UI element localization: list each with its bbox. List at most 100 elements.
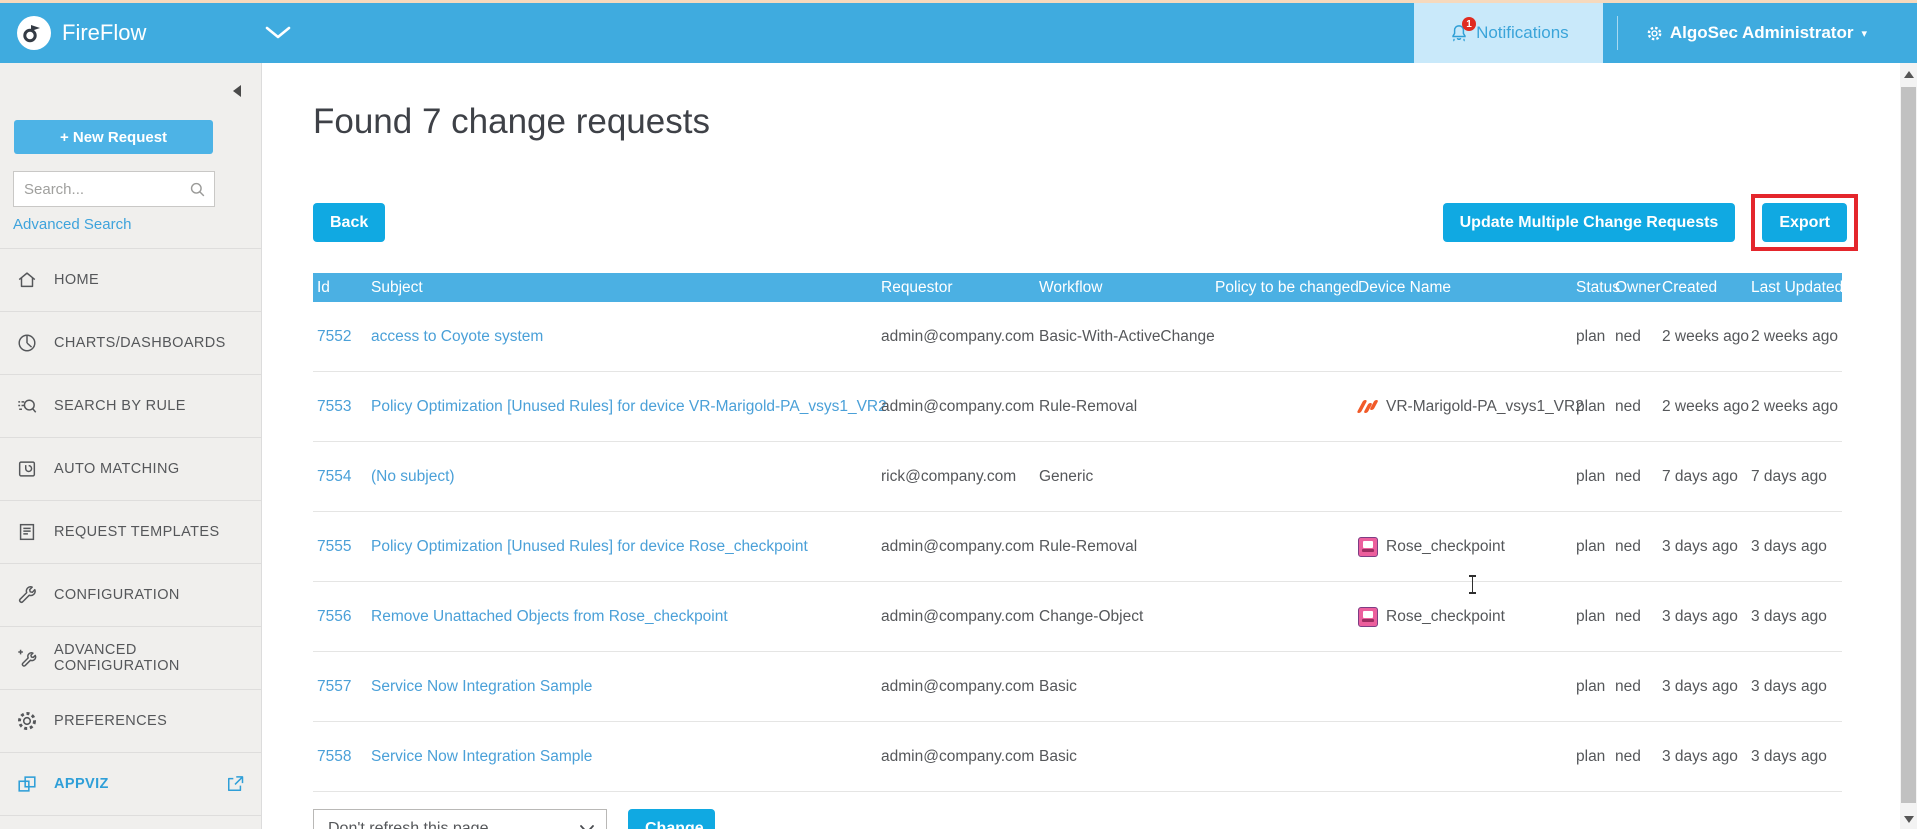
back-button[interactable]: Back (313, 203, 385, 242)
notifications-tab[interactable]: 1 Notifications (1414, 3, 1603, 63)
sidebar: + New Request Advanced Search HOME CHART… (0, 63, 262, 829)
scrollbar-up-arrow[interactable] (1904, 71, 1914, 78)
workflow-cell: Change-Object (1035, 608, 1211, 626)
caret-down-icon: ▾ (1861, 27, 1867, 40)
sidebar-item-home[interactable]: HOME (0, 248, 261, 311)
device-name-cell: Rose_checkpoint (1354, 607, 1572, 627)
last-updated-cell: 3 days ago (1747, 748, 1842, 766)
column-header-status[interactable]: Status (1572, 279, 1611, 297)
sidebar-item-search-by-rule[interactable]: SEARCH BY RULE (0, 374, 261, 437)
request-subject-link[interactable]: Service Now Integration Sample (371, 678, 592, 695)
table-row: 7556 Remove Unattached Objects from Rose… (313, 582, 1842, 652)
export-button[interactable]: Export (1762, 203, 1847, 242)
request-templates-icon (16, 521, 38, 543)
workflow-cell: Generic (1035, 468, 1211, 486)
advanced-search-link[interactable]: Advanced Search (13, 216, 131, 233)
request-id-link[interactable]: 7557 (317, 678, 351, 695)
advanced-wrench-icon (16, 647, 38, 669)
request-id-link[interactable]: 7554 (317, 468, 351, 485)
external-link-icon[interactable] (225, 774, 245, 794)
vertical-scrollbar (1900, 63, 1917, 829)
gear-icon (16, 710, 38, 732)
request-id-link[interactable]: 7558 (317, 748, 351, 765)
request-id-link[interactable]: 7556 (317, 608, 351, 625)
chevron-down-icon[interactable] (264, 26, 292, 40)
sidebar-item-auto-matching[interactable]: AUTO MATCHING (0, 437, 261, 500)
column-header-workflow[interactable]: Workflow (1035, 279, 1211, 297)
status-cell: plan (1572, 468, 1611, 486)
column-header-created[interactable]: Created (1658, 279, 1747, 297)
subject-cell: Policy Optimization [Unused Rules] for d… (367, 398, 877, 416)
wrench-icon (16, 584, 38, 606)
scrollbar-down-arrow[interactable] (1904, 816, 1914, 823)
column-header-device-name[interactable]: Device Name (1354, 279, 1572, 297)
last-updated-cell: 2 weeks ago (1747, 328, 1842, 346)
column-header-id[interactable]: Id (313, 279, 367, 297)
main-content: Found 7 change requests Back Update Mult… (262, 63, 1917, 829)
id-cell: 7553 (313, 398, 367, 416)
id-cell: 7558 (313, 748, 367, 766)
request-subject-link[interactable]: Remove Unattached Objects from Rose_chec… (371, 608, 728, 625)
table-row: 7552 access to Coyote system admin@compa… (313, 302, 1842, 372)
id-cell: 7557 (313, 678, 367, 696)
table-row: 7553 Policy Optimization [Unused Rules] … (313, 372, 1842, 442)
owner-cell: ned (1611, 468, 1658, 486)
top-bar: FireFlow 1 Notifications AlgoSec Adminis… (0, 3, 1917, 63)
request-id-link[interactable]: 7552 (317, 328, 351, 345)
change-requests-table: Id Subject Requestor Workflow Policy to … (313, 273, 1842, 792)
sidebar-collapse-arrow[interactable] (233, 85, 241, 97)
last-updated-cell: 7 days ago (1747, 468, 1842, 486)
refresh-select[interactable]: Don't refresh this page. (313, 809, 607, 829)
owner-cell: ned (1611, 328, 1658, 346)
topbar-divider (1617, 16, 1618, 50)
device-name: Rose_checkpoint (1386, 608, 1505, 626)
request-id-link[interactable]: 7553 (317, 398, 351, 415)
last-updated-cell: 2 weeks ago (1747, 398, 1842, 416)
paloalto-device-icon (1358, 398, 1378, 416)
request-subject-link[interactable]: Service Now Integration Sample (371, 748, 592, 765)
sidebar-item-configuration[interactable]: CONFIGURATION (0, 563, 261, 626)
request-id-link[interactable]: 7555 (317, 538, 351, 555)
update-multiple-change-requests-button[interactable]: Update Multiple Change Requests (1443, 203, 1736, 242)
home-icon (16, 269, 38, 291)
scrollbar-thumb[interactable] (1901, 87, 1916, 803)
last-updated-cell: 3 days ago (1747, 678, 1842, 696)
owner-cell: ned (1611, 398, 1658, 416)
owner-cell: ned (1611, 538, 1658, 556)
topbar-spacer (292, 3, 1414, 63)
sidebar-item-advanced-configuration[interactable]: ADVANCED CONFIGURATION (0, 626, 261, 689)
request-subject-link[interactable]: access to Coyote system (371, 328, 543, 345)
sidebar-item-request-templates[interactable]: REQUEST TEMPLATES (0, 500, 261, 563)
subject-cell: (No subject) (367, 468, 877, 486)
column-header-last-updated[interactable]: Last Updated (1747, 279, 1843, 297)
sidebar-item-charts-dashboards[interactable]: CHARTS/DASHBOARDS (0, 311, 261, 374)
sidebar-item-appviz[interactable]: APPVIZ (0, 752, 261, 815)
user-menu[interactable]: AlgoSec Administrator ▾ (1646, 3, 1867, 63)
id-cell: 7552 (313, 328, 367, 346)
column-header-requestor[interactable]: Requestor (877, 279, 1035, 297)
sidebar-menu: HOME CHARTS/DASHBOARDS SEARCH BY RULE AU… (0, 248, 261, 816)
sidebar-item-preferences[interactable]: PREFERENCES (0, 689, 261, 752)
request-subject-link[interactable]: (No subject) (371, 468, 455, 485)
column-header-policy[interactable]: Policy to be changed (1211, 279, 1354, 297)
column-header-owner[interactable]: Owner (1611, 279, 1658, 297)
subject-cell: Service Now Integration Sample (367, 748, 877, 766)
device-name: Rose_checkpoint (1386, 538, 1505, 556)
workflow-cell: Rule-Removal (1035, 398, 1211, 416)
created-cell: 3 days ago (1658, 678, 1747, 696)
appviz-icon (16, 773, 38, 795)
requestor-cell: admin@company.com (877, 608, 1035, 626)
refresh-select-value: Don't refresh this page. (328, 820, 580, 829)
new-request-button[interactable]: + New Request (14, 120, 213, 154)
request-subject-link[interactable]: Policy Optimization [Unused Rules] for d… (371, 398, 887, 415)
request-subject-link[interactable]: Policy Optimization [Unused Rules] for d… (371, 538, 808, 555)
status-cell: plan (1572, 328, 1611, 346)
change-button[interactable]: Change (628, 809, 715, 829)
column-header-subject[interactable]: Subject (367, 279, 877, 297)
search-rule-icon (16, 395, 38, 417)
search-input[interactable] (14, 172, 214, 206)
sidebar-search-box (13, 171, 215, 207)
table-row: 7555 Policy Optimization [Unused Rules] … (313, 512, 1842, 582)
last-updated-cell: 3 days ago (1747, 538, 1842, 556)
subject-cell: Policy Optimization [Unused Rules] for d… (367, 538, 877, 556)
